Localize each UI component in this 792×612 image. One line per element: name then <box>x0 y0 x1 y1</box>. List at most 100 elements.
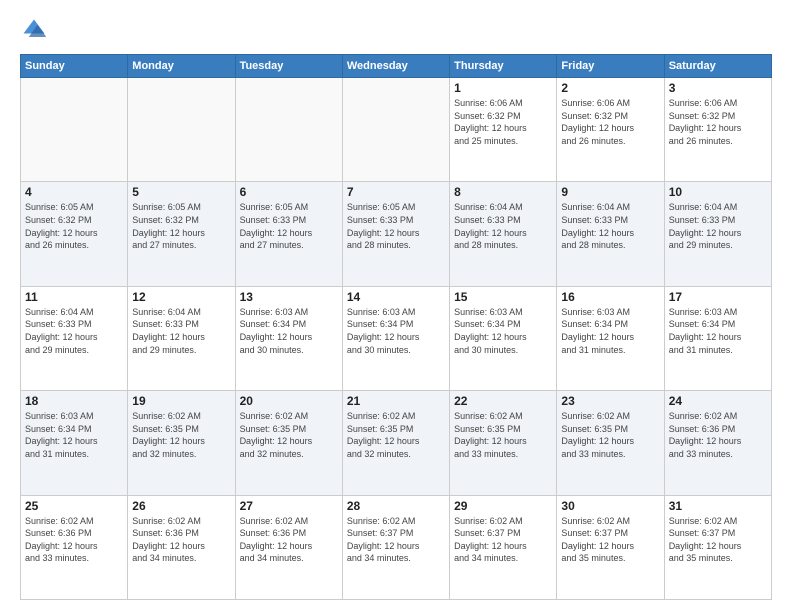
day-info: Sunrise: 6:04 AM Sunset: 6:33 PM Dayligh… <box>132 306 230 356</box>
day-info: Sunrise: 6:05 AM Sunset: 6:33 PM Dayligh… <box>347 201 445 251</box>
day-cell: 26 Sunrise: 6:02 AM Sunset: 6:36 PM Dayli… <box>128 495 235 599</box>
week-row-5: 25 Sunrise: 6:02 AM Sunset: 6:36 PM Dayli… <box>21 495 772 599</box>
day-info: Sunrise: 6:02 AM Sunset: 6:36 PM Dayligh… <box>240 515 338 565</box>
page: SundayMondayTuesdayWednesdayThursdayFrid… <box>0 0 792 612</box>
day-info: Sunrise: 6:06 AM Sunset: 6:32 PM Dayligh… <box>669 97 767 147</box>
day-info: Sunrise: 6:05 AM Sunset: 6:32 PM Dayligh… <box>132 201 230 251</box>
day-number: 29 <box>454 499 552 513</box>
day-cell: 11 Sunrise: 6:04 AM Sunset: 6:33 PM Dayli… <box>21 286 128 390</box>
day-info: Sunrise: 6:02 AM Sunset: 6:35 PM Dayligh… <box>132 410 230 460</box>
day-number: 23 <box>561 394 659 408</box>
day-cell: 20 Sunrise: 6:02 AM Sunset: 6:35 PM Dayli… <box>235 391 342 495</box>
day-number: 4 <box>25 185 123 199</box>
day-header-saturday: Saturday <box>664 55 771 78</box>
day-cell: 23 Sunrise: 6:02 AM Sunset: 6:35 PM Dayli… <box>557 391 664 495</box>
day-number: 21 <box>347 394 445 408</box>
day-info: Sunrise: 6:03 AM Sunset: 6:34 PM Dayligh… <box>561 306 659 356</box>
day-number: 26 <box>132 499 230 513</box>
day-number: 30 <box>561 499 659 513</box>
day-number: 14 <box>347 290 445 304</box>
day-cell: 13 Sunrise: 6:03 AM Sunset: 6:34 PM Dayli… <box>235 286 342 390</box>
logo-icon <box>20 16 48 44</box>
day-cell: 6Sunrise: 6:05 AM Sunset: 6:33 PM Daylig… <box>235 182 342 286</box>
day-cell: 9 Sunrise: 6:04 AM Sunset: 6:33 PM Daylig… <box>557 182 664 286</box>
calendar: SundayMondayTuesdayWednesdayThursdayFrid… <box>20 54 772 600</box>
day-cell: 15 Sunrise: 6:03 AM Sunset: 6:34 PM Dayli… <box>450 286 557 390</box>
day-info: Sunrise: 6:02 AM Sunset: 6:36 PM Dayligh… <box>669 410 767 460</box>
week-row-4: 18 Sunrise: 6:03 AM Sunset: 6:34 PM Dayli… <box>21 391 772 495</box>
day-info: Sunrise: 6:04 AM Sunset: 6:33 PM Dayligh… <box>25 306 123 356</box>
day-header-thursday: Thursday <box>450 55 557 78</box>
day-info: Sunrise: 6:04 AM Sunset: 6:33 PM Dayligh… <box>454 201 552 251</box>
day-cell: 14 Sunrise: 6:03 AM Sunset: 6:34 PM Dayli… <box>342 286 449 390</box>
day-info: Sunrise: 6:02 AM Sunset: 6:37 PM Dayligh… <box>561 515 659 565</box>
day-cell <box>128 78 235 182</box>
day-info: Sunrise: 6:03 AM Sunset: 6:34 PM Dayligh… <box>669 306 767 356</box>
day-number: 3 <box>669 81 767 95</box>
header <box>20 16 772 44</box>
day-number: 22 <box>454 394 552 408</box>
day-number: 19 <box>132 394 230 408</box>
day-header-row: SundayMondayTuesdayWednesdayThursdayFrid… <box>21 55 772 78</box>
day-number: 15 <box>454 290 552 304</box>
day-cell: 17 Sunrise: 6:03 AM Sunset: 6:34 PM Dayli… <box>664 286 771 390</box>
day-info: Sunrise: 6:05 AM Sunset: 6:32 PM Dayligh… <box>25 201 123 251</box>
day-cell: 29Sunrise: 6:02 AM Sunset: 6:37 PM Dayli… <box>450 495 557 599</box>
day-info: Sunrise: 6:04 AM Sunset: 6:33 PM Dayligh… <box>561 201 659 251</box>
day-cell <box>342 78 449 182</box>
day-number: 1 <box>454 81 552 95</box>
day-cell: 12Sunrise: 6:04 AM Sunset: 6:33 PM Dayli… <box>128 286 235 390</box>
day-cell: 8 Sunrise: 6:04 AM Sunset: 6:33 PM Daylig… <box>450 182 557 286</box>
day-info: Sunrise: 6:02 AM Sunset: 6:37 PM Dayligh… <box>347 515 445 565</box>
day-info: Sunrise: 6:02 AM Sunset: 6:35 PM Dayligh… <box>561 410 659 460</box>
day-cell: 4 Sunrise: 6:05 AM Sunset: 6:32 PM Daylig… <box>21 182 128 286</box>
day-header-sunday: Sunday <box>21 55 128 78</box>
day-header-monday: Monday <box>128 55 235 78</box>
day-cell: 28 Sunrise: 6:02 AM Sunset: 6:37 PM Dayli… <box>342 495 449 599</box>
day-number: 2 <box>561 81 659 95</box>
day-number: 8 <box>454 185 552 199</box>
day-info: Sunrise: 6:05 AM Sunset: 6:33 PM Dayligh… <box>240 201 338 251</box>
day-number: 31 <box>669 499 767 513</box>
day-cell: 16 Sunrise: 6:03 AM Sunset: 6:34 PM Dayli… <box>557 286 664 390</box>
day-cell: 10Sunrise: 6:04 AM Sunset: 6:33 PM Dayli… <box>664 182 771 286</box>
day-number: 18 <box>25 394 123 408</box>
day-cell: 1Sunrise: 6:06 AM Sunset: 6:32 PM Daylig… <box>450 78 557 182</box>
day-info: Sunrise: 6:04 AM Sunset: 6:33 PM Dayligh… <box>669 201 767 251</box>
day-info: Sunrise: 6:03 AM Sunset: 6:34 PM Dayligh… <box>240 306 338 356</box>
day-number: 16 <box>561 290 659 304</box>
day-info: Sunrise: 6:02 AM Sunset: 6:36 PM Dayligh… <box>132 515 230 565</box>
day-cell: 24 Sunrise: 6:02 AM Sunset: 6:36 PM Dayli… <box>664 391 771 495</box>
day-number: 25 <box>25 499 123 513</box>
day-cell <box>235 78 342 182</box>
day-number: 17 <box>669 290 767 304</box>
day-info: Sunrise: 6:02 AM Sunset: 6:35 PM Dayligh… <box>240 410 338 460</box>
day-number: 11 <box>25 290 123 304</box>
day-number: 20 <box>240 394 338 408</box>
day-info: Sunrise: 6:03 AM Sunset: 6:34 PM Dayligh… <box>347 306 445 356</box>
day-cell <box>21 78 128 182</box>
day-number: 5 <box>132 185 230 199</box>
week-row-1: 1 Sunrise: 6:06 AM Sunset: 6:32 PM Daylig… <box>21 78 772 182</box>
day-cell: 2Sunrise: 6:06 AM Sunset: 6:32 PM Daylig… <box>557 78 664 182</box>
day-number: 9 <box>561 185 659 199</box>
day-number: 28 <box>347 499 445 513</box>
day-info: Sunrise: 6:02 AM Sunset: 6:37 PM Dayligh… <box>669 515 767 565</box>
day-cell: 22Sunrise: 6:02 AM Sunset: 6:35 PM Dayli… <box>450 391 557 495</box>
day-cell: 18 Sunrise: 6:03 AM Sunset: 6:34 PM Dayli… <box>21 391 128 495</box>
day-number: 13 <box>240 290 338 304</box>
day-cell: 21 Sunrise: 6:02 AM Sunset: 6:35 PM Dayli… <box>342 391 449 495</box>
day-info: Sunrise: 6:03 AM Sunset: 6:34 PM Dayligh… <box>454 306 552 356</box>
day-number: 7 <box>347 185 445 199</box>
day-cell: 25Sunrise: 6:02 AM Sunset: 6:36 PM Dayli… <box>21 495 128 599</box>
day-number: 24 <box>669 394 767 408</box>
logo <box>20 16 52 44</box>
day-cell: 5 Sunrise: 6:05 AM Sunset: 6:32 PM Daylig… <box>128 182 235 286</box>
day-cell: 27 Sunrise: 6:02 AM Sunset: 6:36 PM Dayli… <box>235 495 342 599</box>
day-cell: 3 Sunrise: 6:06 AM Sunset: 6:32 PM Daylig… <box>664 78 771 182</box>
day-info: Sunrise: 6:02 AM Sunset: 6:35 PM Dayligh… <box>347 410 445 460</box>
day-cell: 7 Sunrise: 6:05 AM Sunset: 6:33 PM Daylig… <box>342 182 449 286</box>
day-info: Sunrise: 6:03 AM Sunset: 6:34 PM Dayligh… <box>25 410 123 460</box>
day-header-friday: Friday <box>557 55 664 78</box>
day-number: 27 <box>240 499 338 513</box>
